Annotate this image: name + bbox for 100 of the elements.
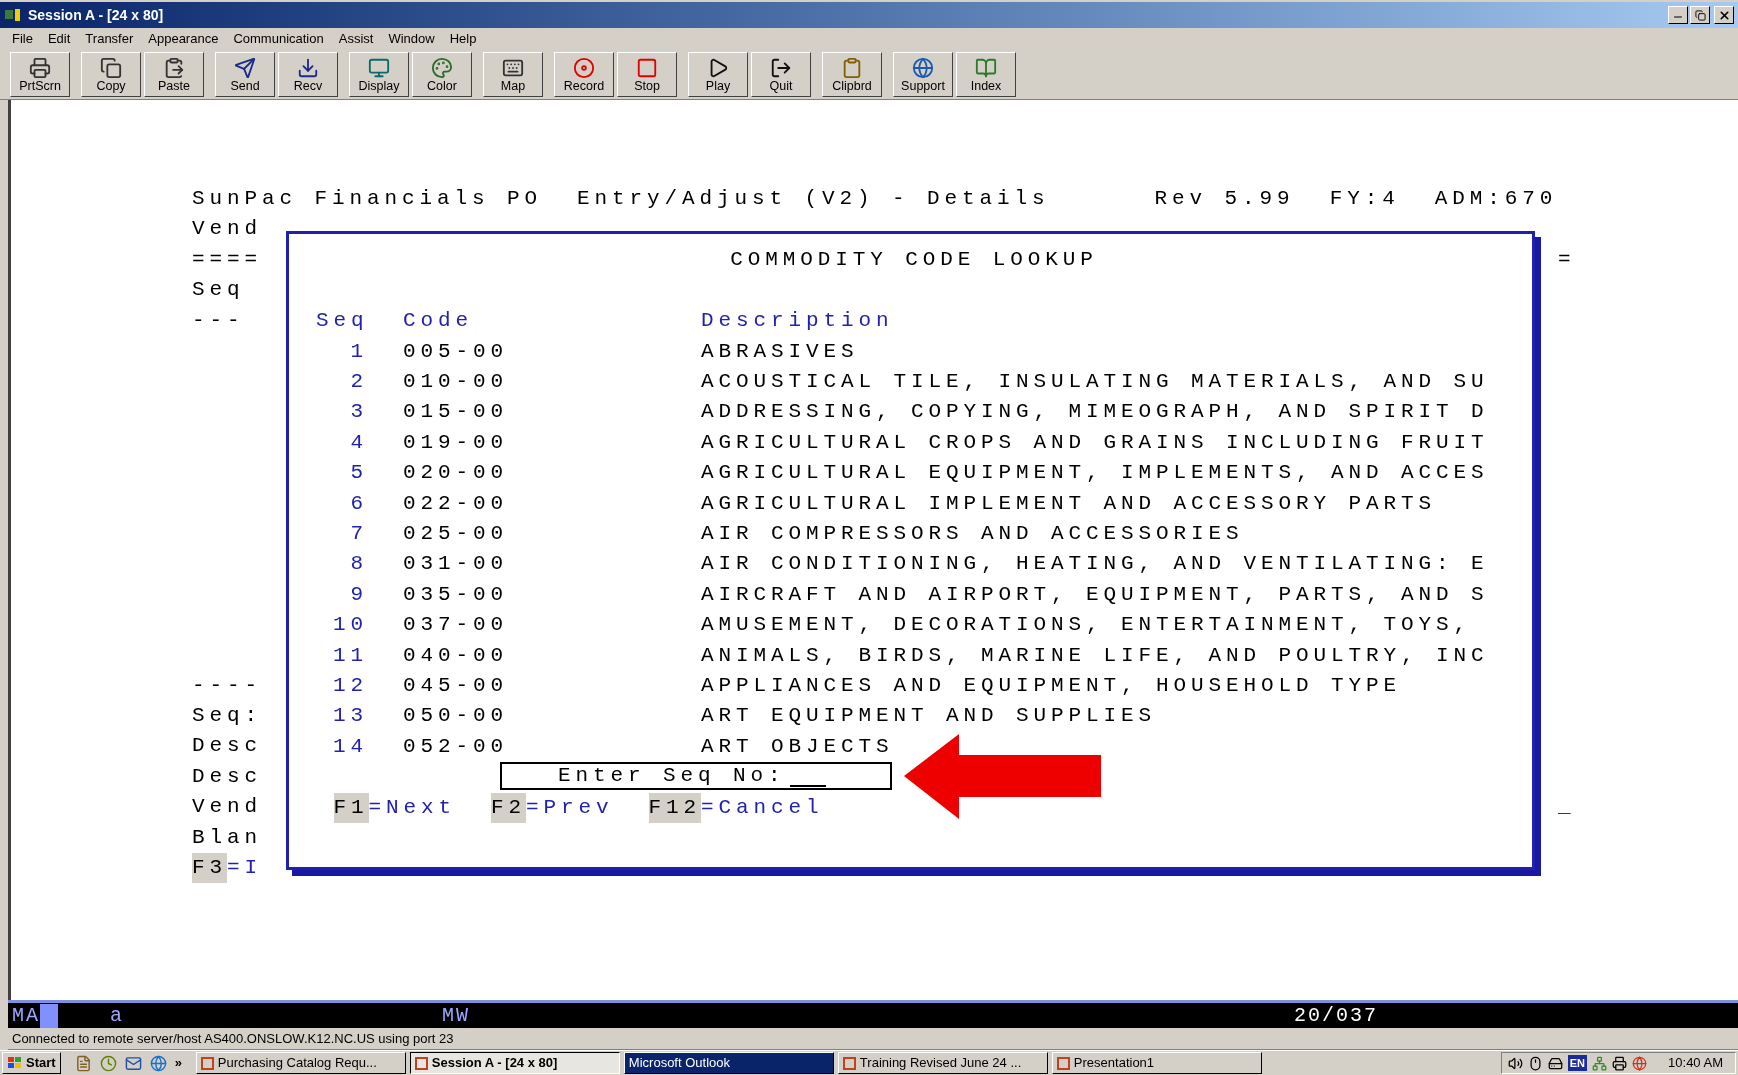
function-key: F3 [192, 853, 227, 884]
commodity-code: 045-00 [403, 673, 509, 700]
field-label: --- [192, 307, 246, 334]
commodity-code: 005-00 [403, 338, 509, 365]
drive-icon[interactable] [1547, 1055, 1563, 1071]
printer-icon [29, 56, 51, 79]
commodity-description: ANIMALS, BIRDS, MARINE LIFE, AND POULTRY, INC [701, 642, 1489, 669]
commodity-description: AIR CONDITIONING, HEATING, AND VENTILATING: E [701, 551, 1489, 578]
toolbar-button[interactable]: Send [215, 52, 275, 97]
commodity-description: ADDRESSING, COPYING, MIMEOGRAPH, AND SPIRIT D [701, 399, 1489, 426]
window-icon [1056, 1056, 1070, 1070]
taskbar-button[interactable]: Microsoft Outlook [623, 1052, 834, 1074]
menu-item[interactable]: File [12, 29, 33, 49]
field-label: ==== [192, 246, 263, 273]
prompt-label: Enter Seq No: [558, 764, 786, 789]
printer-icon[interactable] [1612, 1055, 1628, 1071]
field-label: Vend [192, 216, 263, 243]
copy-icon [100, 56, 122, 79]
stop-icon [636, 56, 658, 79]
session-indicator: MW [442, 1002, 471, 1029]
arrow-icon [904, 734, 1101, 820]
more-button[interactable]: » [174, 1053, 182, 1073]
close-button[interactable] [1714, 6, 1734, 24]
seq-number: 10 [333, 612, 368, 639]
field-label: Blan [192, 824, 263, 851]
toolbar-button[interactable]: Play [688, 52, 748, 97]
menu-item[interactable]: Communication [233, 29, 324, 49]
toolbar-button[interactable]: Index [956, 52, 1016, 97]
seq-number: 9 [350, 581, 368, 608]
mouse-icon[interactable] [1527, 1055, 1543, 1071]
menu-item[interactable]: Assist [338, 29, 374, 49]
send-icon [234, 56, 256, 79]
language-indicator[interactable]: EN [1567, 1054, 1588, 1072]
toolbar-button[interactable]: PrtScrn [10, 52, 70, 97]
toolbar-button[interactable]: Stop [617, 52, 677, 97]
seq-number: 4 [350, 429, 368, 456]
toolbar-button[interactable]: Recv [278, 52, 338, 97]
commodity-code: 031-00 [403, 551, 509, 578]
restore-button[interactable] [1690, 6, 1710, 24]
separator-mark: = [1558, 246, 1576, 273]
seq-number: 3 [350, 399, 368, 426]
commodity-code: 010-00 [403, 369, 509, 395]
close-icon [1717, 8, 1731, 22]
toolbar-button[interactable]: Quit [751, 52, 811, 97]
function-key-action: =Next [368, 794, 457, 821]
commodity-description: AGRICULTURAL IMPLEMENT AND ACCESSORY PARTS [701, 490, 1437, 517]
seq-number: 5 [350, 460, 368, 487]
menu-item[interactable]: Edit [47, 29, 71, 49]
commodity-description: ACOUSTICAL TILE, INSULATING MATERIALS, AND SU [701, 369, 1489, 395]
menu-item[interactable]: Transfer [85, 29, 134, 49]
menu-item[interactable]: Appearance [148, 29, 219, 49]
mail-icon[interactable] [124, 1054, 142, 1072]
toolbar-button[interactable]: Clipbrd [822, 52, 882, 97]
field-label: Seq: [192, 702, 263, 729]
commodity-code: 022-00 [403, 490, 509, 517]
commodity-description: AMUSEMENT, DECORATIONS, ENTERTAINMENT, TOYS, [701, 612, 1472, 639]
taskbar-button[interactable]: Session A - [24 x 80] [409, 1052, 620, 1074]
seq-number: 6 [350, 490, 368, 517]
field-label: Desc [192, 733, 263, 760]
toolbar-button[interactable]: Display [349, 52, 409, 97]
toolbar-button[interactable]: Support [893, 52, 953, 97]
menu-item[interactable]: Help [449, 29, 477, 49]
function-key: F12 [648, 792, 702, 824]
exit-icon [770, 56, 792, 79]
flag-icon [7, 1056, 23, 1070]
toolbar-button[interactable]: Map [483, 52, 543, 97]
toolbar-button[interactable]: Record [554, 52, 614, 97]
function-key-action: =I [227, 855, 263, 881]
function-key-action: =Cancel [701, 794, 824, 821]
clock-icon[interactable] [99, 1054, 117, 1072]
window-title: Session A - [24 x 80] [28, 5, 164, 25]
globe-icon [912, 56, 934, 79]
speaker-icon[interactable] [1507, 1055, 1523, 1071]
commodity-description: ART OBJECTS [701, 733, 894, 760]
taskbar-button[interactable]: Presentation1 [1051, 1052, 1262, 1074]
field-label: Vend [192, 794, 263, 821]
cursor-block [40, 1003, 58, 1028]
document-icon[interactable] [74, 1054, 92, 1072]
field-label: Seq [192, 277, 246, 304]
toolbar-button[interactable]: Copy [81, 52, 141, 97]
function-key-action: =Prev [526, 794, 614, 821]
commodity-description: ABRASIVES [701, 338, 859, 365]
mode-indicator: MA [12, 1002, 40, 1029]
field-label: Desc [192, 763, 263, 790]
commodity-code: 037-00 [403, 612, 509, 639]
clipboard-icon [841, 56, 863, 79]
seq-number: 1 [350, 338, 368, 365]
toolbar-button[interactable]: Paste [144, 52, 204, 97]
taskbar-button[interactable]: Training Revised June 24 ... [837, 1052, 1048, 1074]
cursor-position: 20/037 [1294, 1002, 1379, 1029]
field-label: ---- [192, 672, 263, 699]
lookup-title: COMMODITY CODE LOOKUP [730, 248, 1098, 272]
seq-number: 7 [350, 521, 368, 548]
taskbar-button[interactable]: Purchasing Catalog Requ... [195, 1052, 406, 1074]
toolbar-button[interactable]: Color [412, 52, 472, 97]
minimize-button[interactable] [1668, 6, 1688, 24]
start-button[interactable]: Start [2, 1052, 61, 1074]
column-header: Code [403, 308, 474, 335]
menu-item[interactable]: Window [388, 29, 435, 49]
browser-icon[interactable] [149, 1054, 167, 1072]
